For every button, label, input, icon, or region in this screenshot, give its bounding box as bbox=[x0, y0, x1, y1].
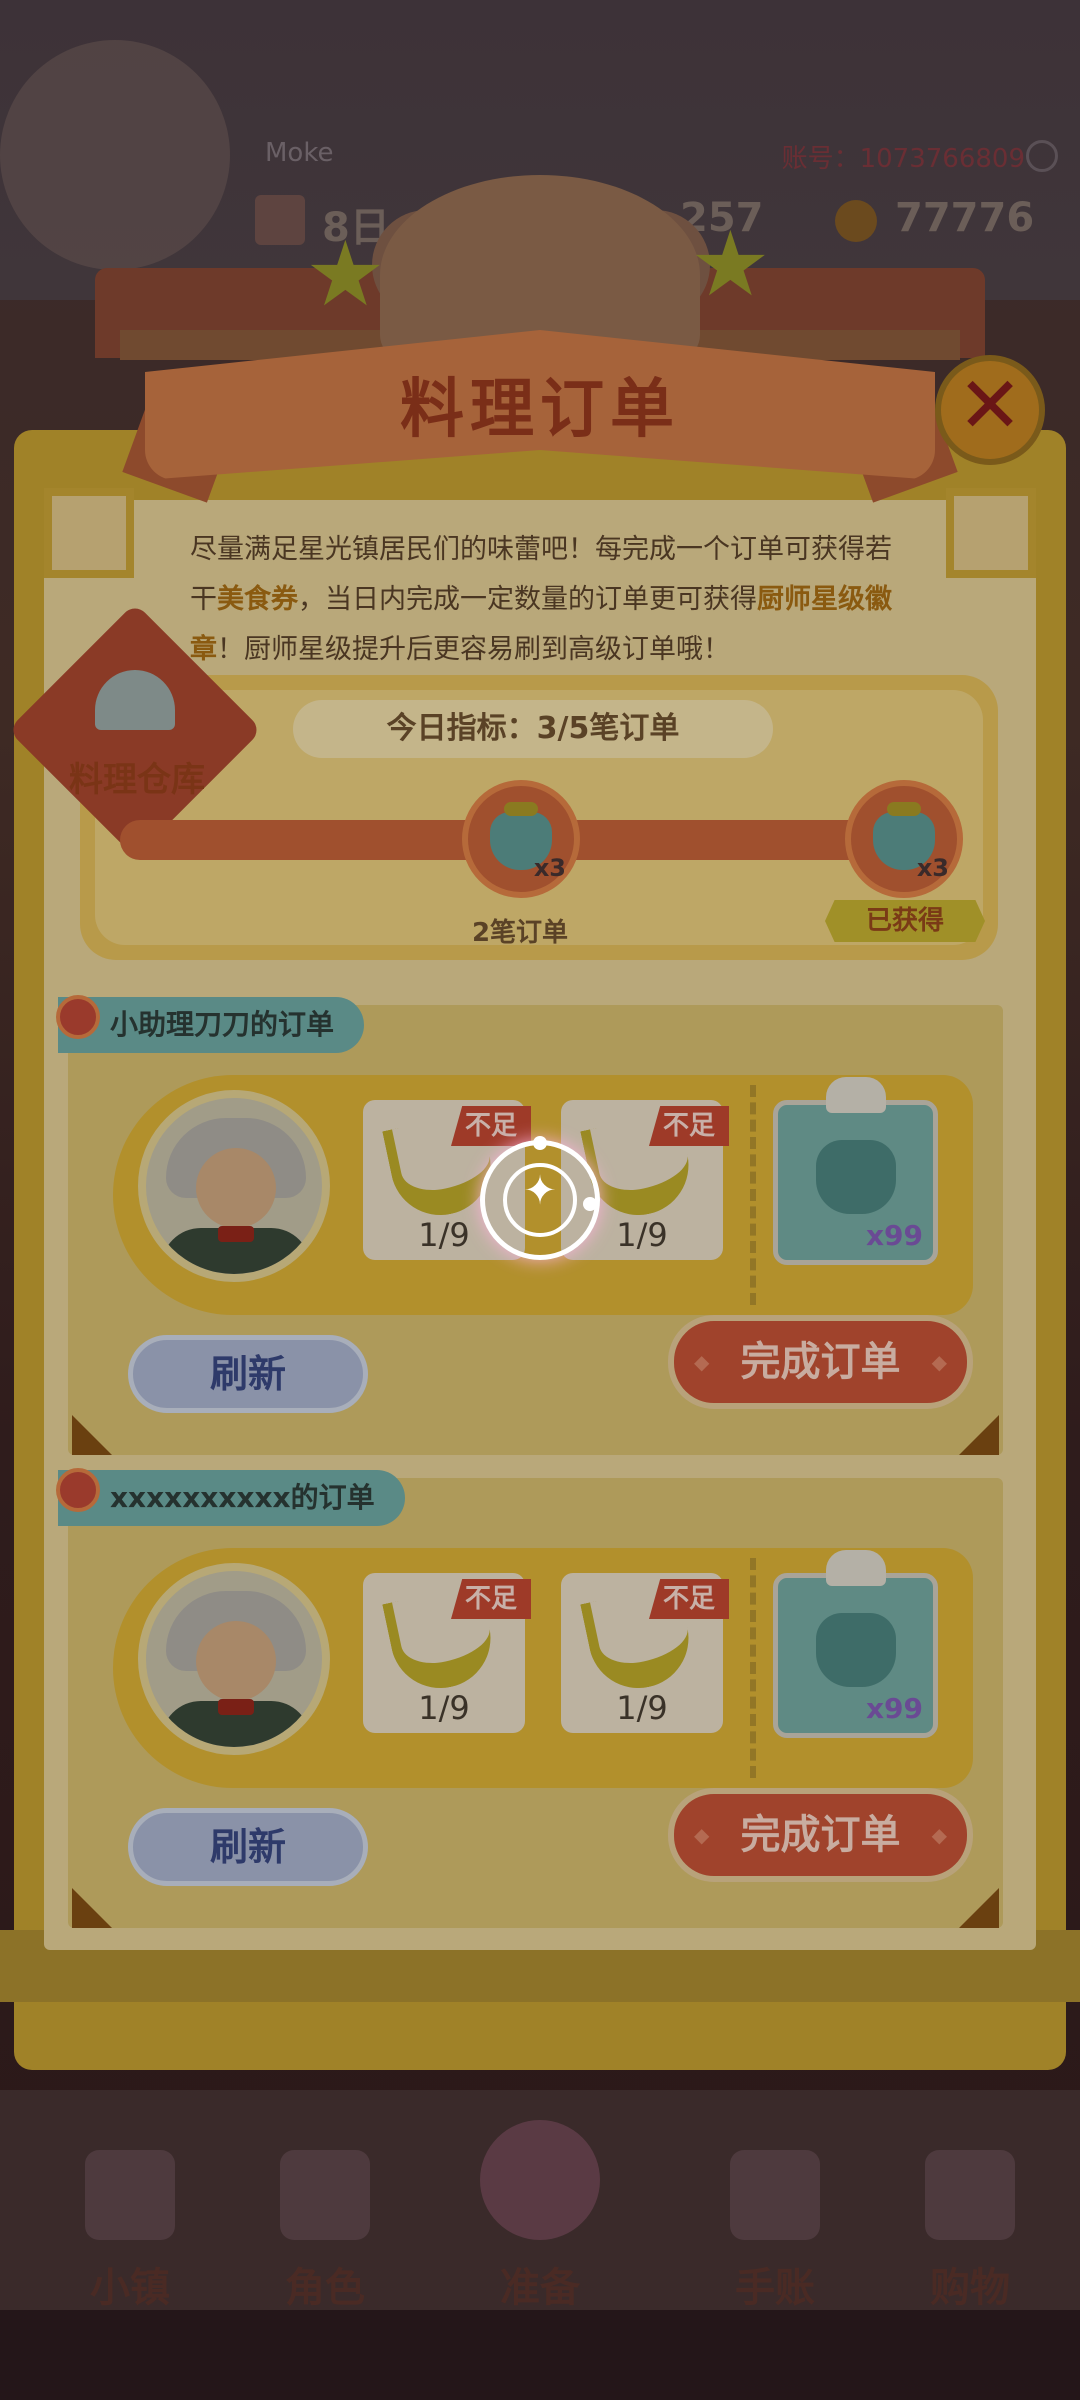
ingredient-slot[interactable]: 不足 1/9 bbox=[561, 1573, 729, 1733]
order-title-tag: 小助理刀刀的订单 bbox=[58, 997, 365, 1053]
item-count: 1/9 bbox=[418, 1689, 470, 1727]
copy-icon bbox=[1026, 140, 1058, 172]
daily-target: 今日指标：3/5笔订单 bbox=[293, 700, 773, 758]
order-card: xxxxxxxxxx的订单 不足 1/9 不足 1/9 x99 刷新 完成订单 bbox=[56, 1468, 1003, 1928]
complete-order-button[interactable]: 完成订单 bbox=[668, 1788, 973, 1882]
insufficient-tag: 不足 bbox=[451, 1579, 531, 1619]
order-title: 小助理刀刀的订单 bbox=[110, 1008, 335, 1041]
reward-qty: x3 bbox=[533, 854, 566, 882]
reward-bag-icon bbox=[816, 1613, 896, 1687]
milestone-reward[interactable]: x3 bbox=[845, 780, 963, 898]
tag-pin-icon bbox=[56, 995, 100, 1039]
lattice-decoration bbox=[44, 488, 134, 578]
order-reward[interactable]: x99 bbox=[773, 1077, 938, 1265]
tap-indicator: ✦ bbox=[480, 1136, 600, 1260]
intro-text-part: ，当日内完成一定数量的订单更可获得 bbox=[298, 584, 757, 615]
corner-decoration bbox=[959, 1888, 999, 1928]
order-reward[interactable]: x99 bbox=[773, 1550, 938, 1738]
divider bbox=[750, 1085, 756, 1305]
reward-bag-icon bbox=[816, 1140, 896, 1214]
reward-qty: x99 bbox=[865, 1219, 923, 1252]
tap-indicator-dot bbox=[583, 1197, 597, 1211]
corner-decoration bbox=[72, 1415, 112, 1455]
nav-label: 购物 bbox=[930, 2265, 1010, 2311]
intro-text-part: ！厨师星级提升后更容易刷到高级订单哦！ bbox=[217, 634, 730, 665]
player-name: Moke bbox=[265, 138, 334, 168]
npc-face bbox=[196, 1148, 276, 1228]
sparkle-icon: ✦ bbox=[523, 1168, 557, 1214]
map-icon bbox=[85, 2150, 175, 2240]
npc-face bbox=[196, 1621, 276, 1701]
gift-bow-icon bbox=[826, 1550, 886, 1586]
nav-label: 小镇 bbox=[90, 2265, 170, 2311]
npc-avatar bbox=[138, 1090, 330, 1282]
npc-avatar bbox=[138, 1563, 330, 1755]
milestone-reward[interactable]: x3 bbox=[462, 780, 580, 898]
nav-town[interactable]: 小镇 bbox=[40, 2090, 220, 2311]
nav-journal[interactable]: 手账 bbox=[685, 2090, 865, 2311]
coin-count: 77776 bbox=[895, 195, 1035, 241]
complete-order-button[interactable]: 完成订单 bbox=[668, 1315, 973, 1409]
order-title-tag: xxxxxxxxxx的订单 bbox=[58, 1470, 405, 1526]
nav-label: 手账 bbox=[735, 2265, 815, 2311]
milestone-label: 2笔订单 bbox=[471, 918, 569, 948]
order-title: xxxxxxxxxx的订单 bbox=[110, 1481, 375, 1514]
journal-icon bbox=[730, 2150, 820, 2240]
account-id: 账号：1073766809 bbox=[781, 144, 1025, 174]
tap-indicator-dot bbox=[533, 1136, 547, 1150]
nav-character[interactable]: 角色 bbox=[235, 2090, 415, 2311]
nav-shopping[interactable]: 购物 bbox=[880, 2090, 1060, 2311]
prepare-icon bbox=[480, 2120, 600, 2240]
refresh-button[interactable]: 刷新 bbox=[128, 1335, 368, 1413]
character-icon bbox=[280, 2150, 370, 2240]
tag-pin-icon bbox=[56, 1468, 100, 1512]
star-icon: ★ bbox=[305, 222, 386, 327]
insufficient-tag: 不足 bbox=[649, 1579, 729, 1619]
lattice-decoration bbox=[946, 488, 1036, 578]
dialog-title: 料理订单 bbox=[400, 373, 680, 447]
bowtie-icon bbox=[218, 1226, 254, 1242]
reward-qty: x3 bbox=[916, 854, 949, 882]
highlight-food-coupon: 美食券 bbox=[217, 584, 298, 615]
intro-text: 尽量满足星光镇居民们的味蕾吧！每完成一个订单可获得若干美食券，当日内完成一定数量… bbox=[190, 525, 900, 675]
divider bbox=[750, 1558, 756, 1778]
close-icon: ✕ bbox=[957, 361, 1023, 451]
refresh-button[interactable]: 刷新 bbox=[128, 1808, 368, 1886]
star-icon: ★ bbox=[690, 212, 771, 317]
nav-label: 准备 bbox=[500, 2265, 580, 2311]
insufficient-tag: 不足 bbox=[649, 1106, 729, 1146]
bottom-nav: 小镇 角色 准备 手账 购物 bbox=[0, 2090, 1080, 2311]
corner-decoration bbox=[72, 1888, 112, 1928]
bottom-strip bbox=[0, 2310, 1080, 2400]
gift-bow-icon bbox=[826, 1077, 886, 1113]
calendar-icon bbox=[255, 195, 305, 245]
nav-label: 角色 bbox=[285, 2265, 365, 2311]
ingredient-slot[interactable]: 不足 1/9 bbox=[363, 1573, 531, 1733]
insufficient-tag: 不足 bbox=[451, 1106, 531, 1146]
item-count: 1/9 bbox=[616, 1689, 668, 1727]
warehouse-label: 料理仓库 bbox=[69, 760, 205, 800]
player-avatar bbox=[0, 40, 230, 270]
reward-qty: x99 bbox=[865, 1692, 923, 1725]
obtained-badge: 已获得 bbox=[825, 900, 985, 942]
corner-decoration bbox=[959, 1415, 999, 1455]
shopping-bag-icon bbox=[925, 2150, 1015, 2240]
close-button[interactable]: ✕ bbox=[935, 355, 1045, 465]
nav-prepare[interactable]: 准备 bbox=[450, 2090, 630, 2311]
bowtie-icon bbox=[218, 1699, 254, 1715]
coin-icon bbox=[835, 200, 877, 242]
